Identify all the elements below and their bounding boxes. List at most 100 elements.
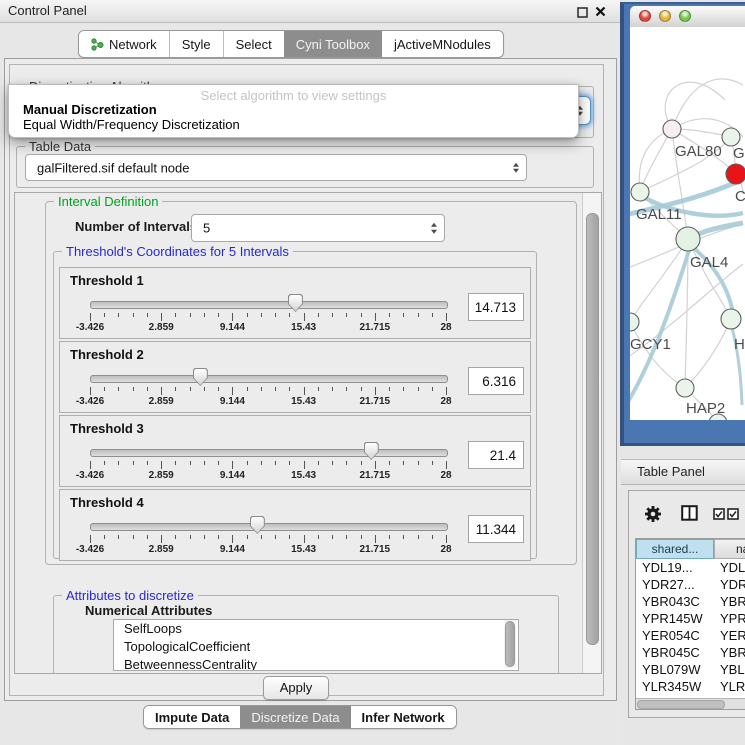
threshold-value-field[interactable]: 14.713 [468, 293, 524, 321]
network-canvas[interactable]: GAL80GCGAL11GAL4GCY1HHAP2 [630, 27, 745, 420]
threshold-slider-track[interactable] [90, 449, 448, 457]
threshold-slider-thumb[interactable] [193, 368, 208, 386]
close-traffic-icon[interactable] [639, 10, 651, 22]
slider-tick [218, 313, 219, 317]
threshold-slider-track[interactable] [90, 301, 448, 309]
threshold-slider-track[interactable] [90, 375, 448, 383]
slider-tick [175, 461, 176, 465]
column-header-name[interactable]: na [714, 539, 745, 559]
gear-icon[interactable] [643, 504, 663, 529]
slider-tick [147, 313, 148, 317]
tab-infer-network[interactable]: Infer Network [351, 706, 456, 728]
network-node-hap2[interactable] [676, 379, 694, 397]
threshold-slider-thumb[interactable] [364, 442, 379, 460]
slider-tick-label: 2.859 [149, 470, 174, 481]
slider-tick-label: 28 [440, 544, 451, 555]
network-node[interactable] [726, 164, 745, 184]
table-hscroll-thumb[interactable] [637, 700, 725, 709]
slider-tick-label: 15.43 [291, 322, 316, 333]
float-icon[interactable] [577, 5, 588, 23]
table-data-combobox[interactable]: galFiltered.sif default node [25, 154, 527, 181]
slider-tick [446, 387, 447, 395]
slider-tick [361, 313, 362, 317]
slider-tick-label: 9.144 [220, 544, 245, 555]
threshold-value-field[interactable]: 6.316 [468, 367, 524, 395]
tab-network[interactable]: Network [79, 31, 169, 57]
table-row[interactable]: YPR145WYPR1... [636, 610, 745, 627]
network-node-gal4[interactable] [676, 227, 700, 251]
slider-tick [204, 387, 205, 391]
slider-tick [389, 461, 390, 465]
attribute-list-item[interactable]: SelfLoops [114, 620, 518, 638]
table-row[interactable]: YBL079WYBL0... [636, 661, 745, 678]
attribute-list-item[interactable]: TopologicalCoefficient [114, 638, 518, 656]
network-node-gal11[interactable] [631, 183, 649, 201]
slider-tick [232, 313, 233, 321]
table-horizontal-scrollbar[interactable] [636, 698, 745, 709]
table-row[interactable]: YBR045CYBR0... [636, 644, 745, 661]
table-row[interactable]: YLR345WYLR3... [636, 678, 745, 695]
table-row[interactable]: YBR043CYBR0... [636, 593, 745, 610]
tab-jactivemnodules[interactable]: jActiveMNodules [382, 31, 503, 57]
column-header-shared-name[interactable]: shared... [636, 539, 714, 559]
table-row[interactable]: YER054CYER0... [636, 627, 745, 644]
network-view-frame[interactable]: GAL80GCGAL11GAL4GCY1HHAP2 [620, 2, 745, 446]
tab-select[interactable]: Select [223, 31, 284, 57]
threshold-slider-thumb[interactable] [250, 516, 265, 534]
combo-arrows-icon [513, 162, 519, 173]
cell-shared-name: YER054C [642, 627, 700, 644]
network-edge[interactable] [685, 319, 731, 388]
network-node-g[interactable] [722, 128, 740, 146]
algorithm-option-manual[interactable]: Manual Discretization [23, 102, 157, 117]
tab-style[interactable]: Style [169, 31, 223, 57]
network-edge[interactable] [630, 322, 685, 388]
algorithm-option-equal-width[interactable]: Equal Width/Frequency Discretization [23, 117, 240, 132]
slider-tick [375, 313, 376, 321]
settings-scrollbar-thumb[interactable] [586, 213, 599, 645]
attribute-list-item[interactable]: BetweennessCentrality [114, 656, 518, 671]
unselect-all-checkbox-icon[interactable] [727, 507, 739, 525]
slider-tick [304, 461, 305, 469]
slider-tick [204, 461, 205, 465]
slider-tick-label: 9.144 [220, 322, 245, 333]
attributes-list-scrollbar[interactable] [504, 620, 516, 668]
slider-tick [147, 461, 148, 465]
close-icon[interactable] [595, 4, 606, 22]
slider-tick [104, 461, 105, 465]
network-node-h[interactable] [721, 309, 741, 329]
slider-tick-label: 2.859 [149, 322, 174, 333]
apply-button[interactable]: Apply [263, 676, 329, 700]
number-of-intervals-label: Number of Intervals [75, 219, 197, 234]
slider-tick-label: 2.859 [149, 544, 174, 555]
slider-tick [133, 461, 134, 465]
network-node-gcy1[interactable] [630, 313, 639, 331]
threshold-value-field[interactable]: 11.344 [468, 515, 524, 543]
threshold-slider-thumb[interactable] [288, 294, 303, 312]
network-node-label: H [734, 336, 745, 353]
threshold-slider-track[interactable] [90, 523, 448, 531]
slider-tick [432, 461, 433, 465]
slider-tick [175, 313, 176, 317]
tab-impute-data[interactable]: Impute Data [144, 706, 240, 728]
column-layout-icon[interactable] [681, 505, 698, 526]
zoom-traffic-icon[interactable] [679, 10, 691, 22]
table-row[interactable]: YDR27...YDR2... [636, 576, 745, 593]
slider-tick-label: -3.426 [76, 322, 104, 333]
settings-scrollbar[interactable] [582, 193, 601, 673]
numerical-attributes-list[interactable]: SelfLoopsTopologicalCoefficientBetweenne… [113, 619, 519, 671]
network-node-gal80[interactable] [663, 120, 681, 138]
node-attribute-table[interactable]: shared... na YDL19...YDL1...YDR27...YDR2… [635, 538, 745, 710]
slider-tick [218, 461, 219, 465]
slider-tick [361, 461, 362, 465]
number-of-intervals-combobox[interactable]: 5 [191, 214, 445, 242]
threshold-value-field[interactable]: 21.4 [468, 441, 524, 469]
slider-tick-label: 28 [440, 322, 451, 333]
slider-tick [389, 535, 390, 539]
table-row[interactable]: YDL19...YDL1... [636, 559, 745, 576]
minimize-traffic-icon[interactable] [659, 10, 671, 22]
select-all-checkbox-icon[interactable] [713, 507, 725, 525]
slider-tick [318, 535, 319, 539]
tab-discretize-data[interactable]: Discretize Data [240, 706, 350, 728]
network-graph[interactable]: GAL80GCGAL11GAL4GCY1HHAP2 [630, 27, 745, 420]
tab-cyni-toolbox[interactable]: Cyni Toolbox [284, 31, 382, 57]
